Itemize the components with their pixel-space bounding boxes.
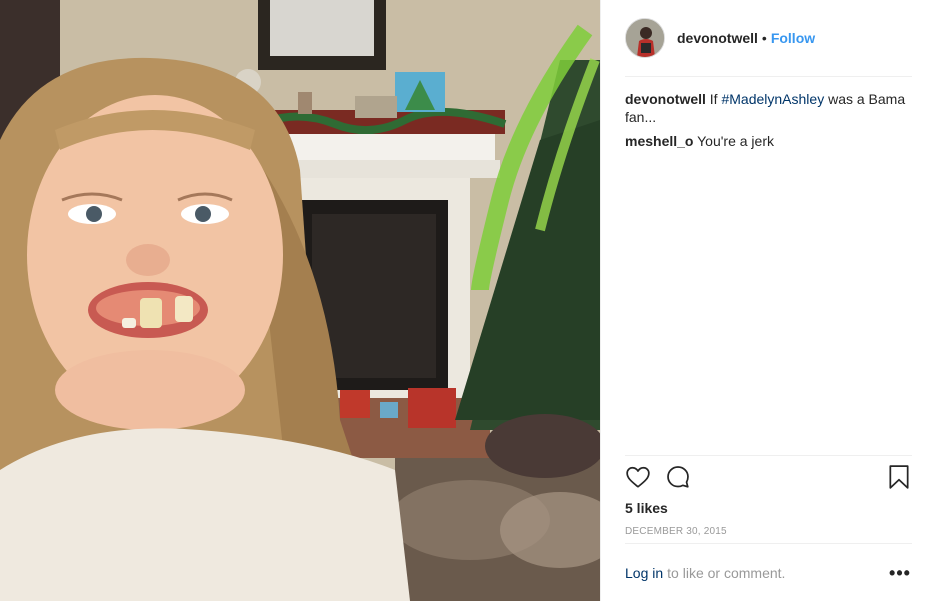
hashtag-link[interactable]: #MadelynAshley	[721, 91, 824, 107]
caption-comment: devonotwell If #MadelynAshley was a Bama…	[625, 90, 912, 126]
post-date[interactable]: DECEMBER 30, 2015	[625, 526, 727, 537]
comment-text: You're a jerk	[693, 133, 774, 149]
heart-icon[interactable]	[625, 464, 651, 490]
comments-list: devonotwell If #MadelynAshley was a Bama…	[625, 90, 912, 156]
login-prompt-text: to like or comment.	[667, 565, 786, 581]
more-options-icon[interactable]: •••	[888, 563, 912, 583]
comment-bubble-icon[interactable]	[665, 464, 691, 490]
post-photo[interactable]	[0, 0, 600, 601]
bookmark-icon[interactable]	[886, 464, 912, 490]
post-header: devonotwell • Follow	[625, 18, 912, 58]
action-bar	[625, 462, 912, 494]
separator-dot: •	[761, 30, 767, 46]
login-footer: Log in to like or comment. •••	[625, 563, 912, 583]
header-divider	[625, 76, 912, 77]
login-link[interactable]: Log in	[625, 565, 663, 581]
actions-divider	[625, 455, 912, 456]
comment-text-before: If	[705, 91, 722, 107]
post-side-panel: devonotwell • Follow devonotwell If #Mad…	[600, 0, 936, 601]
comment-username[interactable]: devonotwell	[625, 91, 706, 107]
header-text: devonotwell • Follow	[677, 30, 815, 46]
photo-illustration	[0, 0, 600, 601]
likes-count[interactable]: 5 likes	[625, 500, 668, 516]
avatar-image	[626, 19, 664, 57]
comment: meshell_o You're a jerk	[625, 132, 912, 150]
follow-button[interactable]: Follow	[771, 30, 815, 46]
avatar[interactable]	[625, 18, 665, 58]
username-link[interactable]: devonotwell	[677, 30, 758, 46]
comment-username[interactable]: meshell_o	[625, 133, 693, 149]
footer-divider	[625, 543, 912, 544]
